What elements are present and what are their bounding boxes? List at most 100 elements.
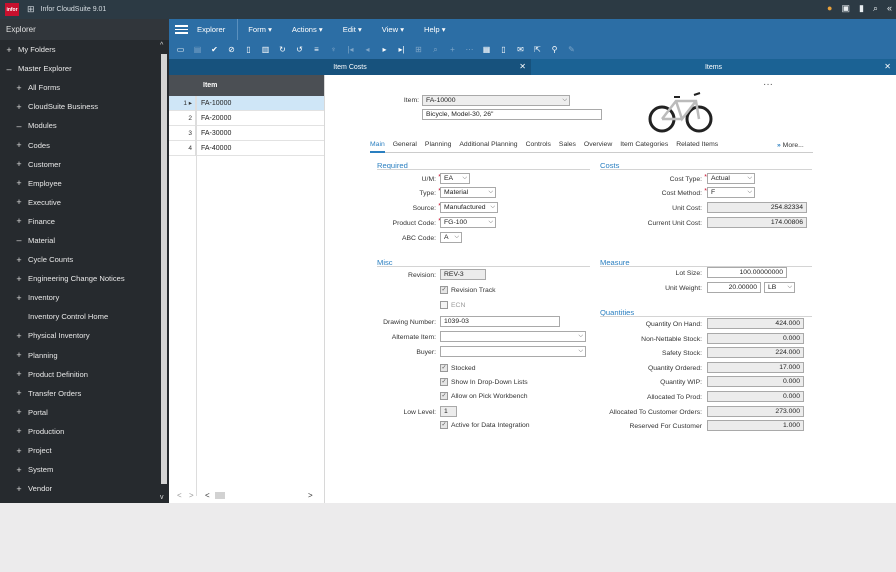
scroll-left-icon[interactable]: <: [205, 491, 210, 500]
cost-type-select[interactable]: Actual ⌵: [707, 173, 755, 184]
menu-edit[interactable]: Edit ▾: [333, 19, 372, 40]
lot-size-field[interactable]: 100.00000000: [707, 267, 787, 278]
scroll-right-icon[interactable]: >: [308, 491, 313, 500]
grid-view-icon[interactable]: ⊞: [410, 45, 427, 54]
refresh-icon[interactable]: ↻: [274, 45, 291, 54]
new-icon[interactable]: ▯: [240, 45, 257, 54]
open-folder-icon[interactable]: ▭: [172, 45, 189, 54]
sidebar-item[interactable]: + System: [0, 460, 159, 479]
form-tab[interactable]: Planning: [425, 141, 451, 153]
sidebar-item[interactable]: + Vendor: [0, 479, 159, 498]
sidebar-item[interactable]: + My Folders: [0, 40, 159, 59]
table-row[interactable]: 4 FA-40000: [169, 140, 324, 156]
close-icon[interactable]: ✕: [884, 62, 891, 71]
document-icon[interactable]: ▯: [495, 45, 512, 54]
form-tab[interactable]: Related Items: [676, 141, 718, 153]
sidebar-item[interactable]: + Cycle Counts: [0, 250, 159, 269]
source-select[interactable]: Manufactured ⌵: [440, 202, 498, 213]
scroll-right-icon[interactable]: >: [189, 491, 194, 500]
sidebar-item[interactable]: + All Forms: [0, 78, 159, 97]
edit-icon[interactable]: ✎: [563, 45, 580, 54]
cancel-icon[interactable]: ⊘: [223, 45, 240, 54]
next-record-icon[interactable]: ▸: [376, 45, 393, 54]
menu-help[interactable]: Help ▾: [414, 19, 456, 40]
form-tab[interactable]: Additional Planning: [459, 141, 517, 153]
app-grid-icon[interactable]: ⊞: [27, 4, 35, 15]
link-icon[interactable]: ⚲: [546, 45, 563, 54]
type-select[interactable]: Material ⌵: [440, 187, 496, 198]
table-row[interactable]: 1 ▸ FA-10000: [169, 95, 324, 111]
add-icon[interactable]: +: [444, 45, 461, 54]
item-column-header[interactable]: Item: [203, 82, 217, 89]
tab-items[interactable]: Items ✕: [531, 59, 896, 75]
sidebar-item[interactable]: – Master Explorer: [0, 59, 159, 78]
stocked-checkbox[interactable]: ✓ Stocked: [440, 364, 476, 372]
menu-form[interactable]: Form ▾: [238, 19, 282, 40]
hamburger-icon[interactable]: [175, 23, 188, 36]
check-icon[interactable]: ✔: [206, 45, 223, 54]
scroll-thumb[interactable]: [215, 492, 225, 499]
allow-pick-checkbox[interactable]: ✓ Allow on Pick Workbench: [440, 392, 528, 400]
form-tab[interactable]: Main: [370, 141, 385, 153]
table-row[interactable]: 2 FA-20000: [169, 110, 324, 126]
sidebar-item[interactable]: + Employee: [0, 174, 159, 193]
sidebar-item[interactable]: Inventory Control Home: [0, 307, 159, 326]
ecn-checkbox[interactable]: ECN: [440, 301, 465, 309]
export-icon[interactable]: ⇱: [529, 45, 546, 54]
menu-explorer[interactable]: Explorer: [195, 19, 239, 40]
delete-icon[interactable]: ▥: [257, 45, 274, 54]
sidebar-item[interactable]: – Modules: [0, 116, 159, 135]
scroll-down-icon[interactable]: v: [160, 494, 164, 501]
product-code-select[interactable]: FG-100 ⌵: [440, 217, 496, 228]
sidebar-item[interactable]: + Physical Inventory: [0, 326, 159, 345]
close-icon[interactable]: ✕: [519, 62, 526, 71]
table-row[interactable]: 3 FA-30000: [169, 125, 324, 141]
unit-weight-field[interactable]: 20.00000: [707, 282, 761, 293]
um-select[interactable]: EA ⌵: [440, 173, 470, 184]
scroll-up-icon[interactable]: ^: [160, 42, 163, 49]
explorer-scrollbar[interactable]: ^ v: [159, 40, 169, 503]
form-tab[interactable]: Item Categories: [620, 141, 668, 153]
sidebar-item[interactable]: + Codes: [0, 135, 159, 154]
more-tabs-button[interactable]: » More...: [777, 142, 804, 149]
form-tab[interactable]: Overview: [584, 141, 612, 153]
buyer-select[interactable]: ⌵: [440, 346, 586, 357]
sidebar-item[interactable]: + Product Definition: [0, 365, 159, 384]
sidebar-item[interactable]: + Project: [0, 441, 159, 460]
hierarchy-icon[interactable]: ♆: [325, 45, 342, 54]
card-icon[interactable]: ▣: [841, 3, 850, 14]
first-record-icon[interactable]: |◂: [342, 45, 359, 54]
form-tab[interactable]: General: [393, 141, 417, 153]
sidebar-item[interactable]: + Executive: [0, 193, 159, 212]
calendar-icon[interactable]: ▦: [478, 45, 495, 54]
last-record-icon[interactable]: ▸|: [393, 45, 410, 54]
sidebar-item[interactable]: + Finance: [0, 212, 159, 231]
form-tab[interactable]: Sales: [559, 141, 576, 153]
tab-item-costs[interactable]: Item Costs ✕: [169, 59, 531, 75]
alternate-item-select[interactable]: ⌵: [440, 331, 586, 342]
sidebar-item[interactable]: + Customer: [0, 155, 159, 174]
sidebar-item[interactable]: + Transfer Orders: [0, 384, 159, 403]
item-select[interactable]: FA-10000 ⌵: [422, 95, 570, 106]
sidebar-item[interactable]: – Material: [0, 231, 159, 250]
sidebar-item[interactable]: + Planning: [0, 346, 159, 365]
show-dropdown-checkbox[interactable]: ✓ Show In Drop-Down Lists: [440, 378, 528, 386]
search-icon[interactable]: ⌕: [873, 3, 878, 14]
sidebar-item[interactable]: + Inventory: [0, 288, 159, 307]
drawing-number-field[interactable]: 1039-03: [440, 316, 560, 327]
sidebar-item[interactable]: + Portal: [0, 403, 159, 422]
menu-view[interactable]: View ▾: [372, 19, 414, 40]
undo-icon[interactable]: ↺: [291, 45, 308, 54]
sidebar-item[interactable]: + CloudSuite Business: [0, 97, 159, 116]
bookmark-icon[interactable]: ▮: [859, 3, 864, 14]
email-icon[interactable]: ✉: [512, 45, 529, 54]
collapse-icon[interactable]: «: [887, 3, 892, 14]
form-tab[interactable]: Controls: [526, 141, 551, 153]
scroll-left-icon[interactable]: <: [177, 491, 182, 500]
abc-code-select[interactable]: A ⌵: [440, 232, 462, 243]
cost-method-select[interactable]: F ⌵: [707, 187, 755, 198]
list-scrollbar[interactable]: < > < >: [169, 489, 325, 501]
sidebar-item[interactable]: + Engineering Change Notices: [0, 269, 159, 288]
active-integration-checkbox[interactable]: ✓ Active for Data Integration: [440, 421, 530, 429]
filter-icon[interactable]: ≡: [308, 45, 325, 54]
